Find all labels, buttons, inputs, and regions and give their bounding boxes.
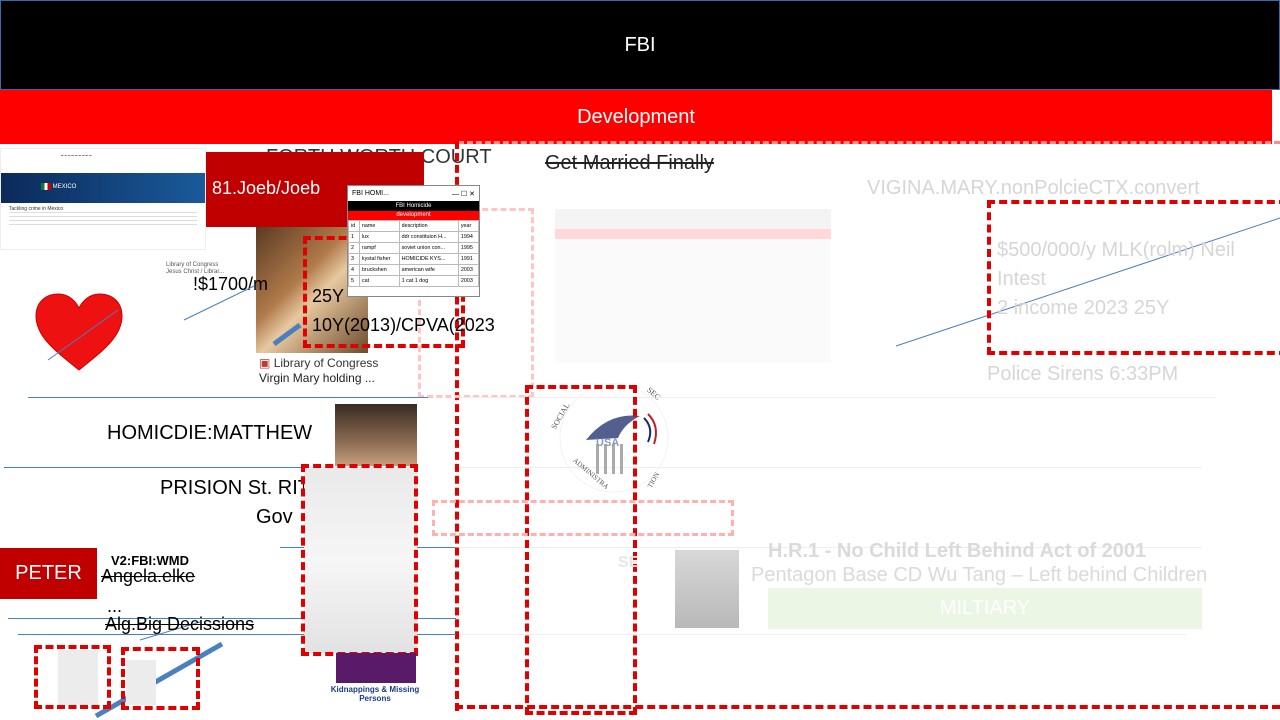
col-description: description [398,220,459,232]
cell: 1994 [457,231,480,243]
development-label: Development [577,105,695,128]
development-bar: Development [0,90,1272,144]
svg-text:SEC: SEC [645,385,662,401]
table-row[interactable]: 2 rampf soviet union con... 1995 [348,242,480,254]
thumb-caption-source: Library of Congress [166,262,219,268]
cell: HOMICIDE KYS... [398,253,459,265]
page-title: FBI [624,33,656,56]
homicide-table: id name description year 1 lux ddr constit… [348,220,480,287]
cell: lux [358,231,400,243]
window-controls: — ☐ ✕ [452,190,475,198]
mexico-flag-icon [41,183,51,190]
homicide-text: HOMICDIE:MATTHEW [107,422,313,444]
col-id: id [348,220,360,232]
miltiary-label: MILTIARY [939,597,1031,619]
faded-thumb-2 [126,660,156,705]
peter-label: PETER [0,548,97,599]
kidnap-caption: Kidnappings & Missing Persons [330,685,420,703]
fbi-homicide-window[interactable]: FBI HOMI... — ☐ ✕ FBI Homicide developme… [347,185,480,297]
married-text: Get Married Finally [545,152,714,174]
cell: 2003 [457,264,480,276]
cell: 2003 [457,275,480,287]
cell: 1 [348,231,360,243]
cell: soviet union con... [398,242,459,254]
thumb-red-bar [555,229,831,239]
minimize-icon[interactable]: — [452,191,459,198]
cell: rampf [358,242,400,254]
sirens-text: Police Sirens 6:33PM [987,363,1179,385]
cell: 3 [348,253,360,265]
cell: cat [358,275,400,287]
window-titlebar[interactable]: FBI HOMI... — ☐ ✕ [348,186,479,201]
window-subheading: development [348,211,479,220]
joeb-label-text: 81.Joeb/Joeb [212,178,321,198]
faded-soldier-photo [675,550,739,628]
thumb-nav: ━ ━ ━ ━ ━ ━ ━ ━ ━ [1,149,205,173]
dashed-box-portrait [301,464,418,656]
years-text: 25Y [312,286,345,306]
svg-text:TION: TION [646,471,661,489]
cpva-text: 10Y(2013)/CPVA(2023 [312,315,495,335]
table-row[interactable]: 3 kystal fisher HOMICIDE KYS... 1991 [348,253,480,265]
angela-text: Angela.elke [101,566,196,586]
faded-page-thumbnail [555,209,831,363]
thumb-body: Tackling crime in Mexico [1,203,205,232]
alg-text: Alg.Big Decissions [105,614,255,634]
peter-label-text: PETER [15,562,82,584]
painting-caption-text: Virgin Mary holding ... [259,371,375,385]
faded-thumb-1 [58,650,98,705]
dashed-box-center [525,385,637,715]
divider-line [4,467,304,468]
window-heading: FBI Homicide [348,201,479,211]
cell: bruckshen [358,264,400,276]
table-row[interactable]: 1 lux ddr constituion H... 1994 [348,231,480,243]
cell: 2 [348,242,360,254]
table-header-row: id name description year [348,220,480,232]
window-title: FBI HOMI... [352,190,389,197]
income-line-2: Intest [997,268,1046,290]
suspect-photo [335,404,417,466]
gov-text: Gov [256,506,293,528]
cell: ddr constituion H... [398,231,459,243]
thumb-banner-title: MEXICO [52,184,77,191]
cell: 1991 [457,253,480,265]
painting-source: Library of Congress [273,356,379,370]
income-line-1: $500/000/y MLK(rolm) Neil [997,239,1235,261]
purple-image [336,653,416,683]
table-row[interactable]: 4 bruckshen american wife 2003 [348,264,480,276]
painting-caption: ▣ Library of Congress Virgin Mary holdin… [259,356,378,386]
title-bar: FBI [0,0,1280,90]
table-row[interactable]: 5 cat 1 cat 1 dog 2003 [348,275,480,287]
gov-page-thumbnail[interactable]: ━ ━ ━ ━ ━ ━ ━ ━ ━ MEXICO Tackling crime … [0,148,206,250]
miltiary-button[interactable]: MILTIARY [768,588,1202,629]
income-line-3: 2 income 2023 25Y [997,297,1170,319]
cell: 4 [348,264,360,276]
dashed-box-faded-2 [432,500,734,536]
pentagon-text: Pentagon Base CD Wu Tang – Left behind C… [751,564,1208,586]
virgina-text: VIGINA.MARY.nonPolcieCTX.convert [867,177,1200,199]
cell: 5 [348,275,360,287]
thumb-filler [9,212,197,228]
divider-line [28,397,428,398]
dashed-frame-top [458,141,1280,145]
thumb-banner: MEXICO [1,173,205,203]
close-icon[interactable]: ✕ [469,191,475,198]
salary-text: !$1700/m [193,274,269,294]
cell: 1995 [457,242,480,254]
col-name: name [358,220,400,232]
col-year: year [457,220,480,232]
library-icon: ▣ [259,356,271,370]
thumb-header [555,209,831,229]
maximize-icon[interactable]: ☐ [461,191,467,198]
faded-se-text: SE [618,554,640,571]
heart-icon [35,293,123,371]
hr1-text: H.R.1 - No Child Left Behind Act of 2001 [768,540,1147,562]
prison-text: PRISION St. RIT [160,477,311,499]
cell: 1 cat 1 dog [398,275,459,287]
cell: american wife [398,264,459,276]
cell: kystal fisher [358,253,400,265]
